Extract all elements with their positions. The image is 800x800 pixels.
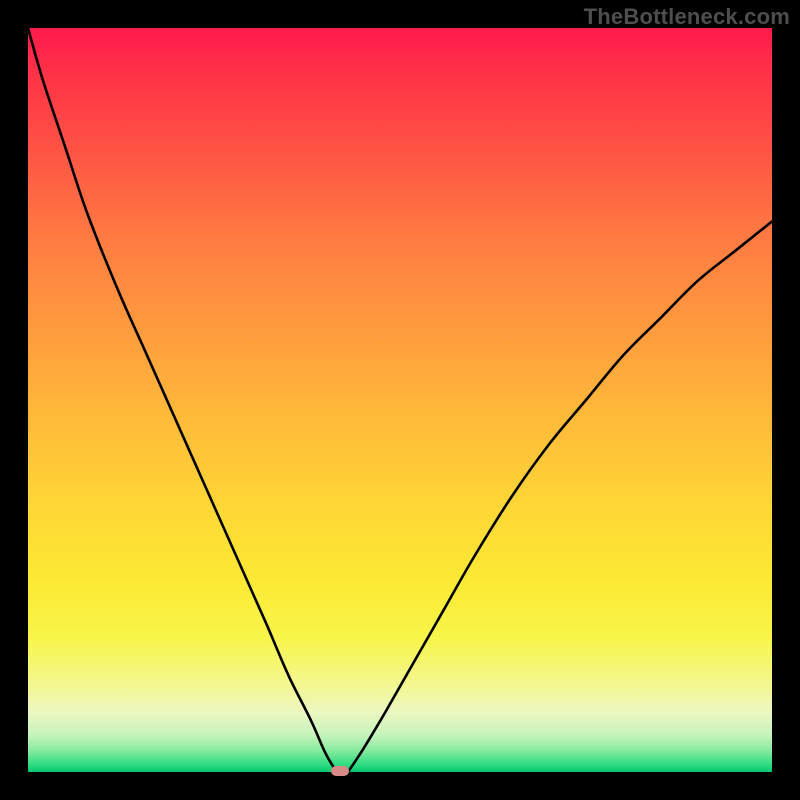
curve-right-branch (348, 221, 772, 772)
optimal-marker (331, 766, 349, 776)
watermark-text: TheBottleneck.com (584, 4, 790, 30)
curve-left-branch (28, 28, 337, 772)
bottleneck-curve (28, 28, 772, 772)
chart-plot-area (28, 28, 772, 772)
